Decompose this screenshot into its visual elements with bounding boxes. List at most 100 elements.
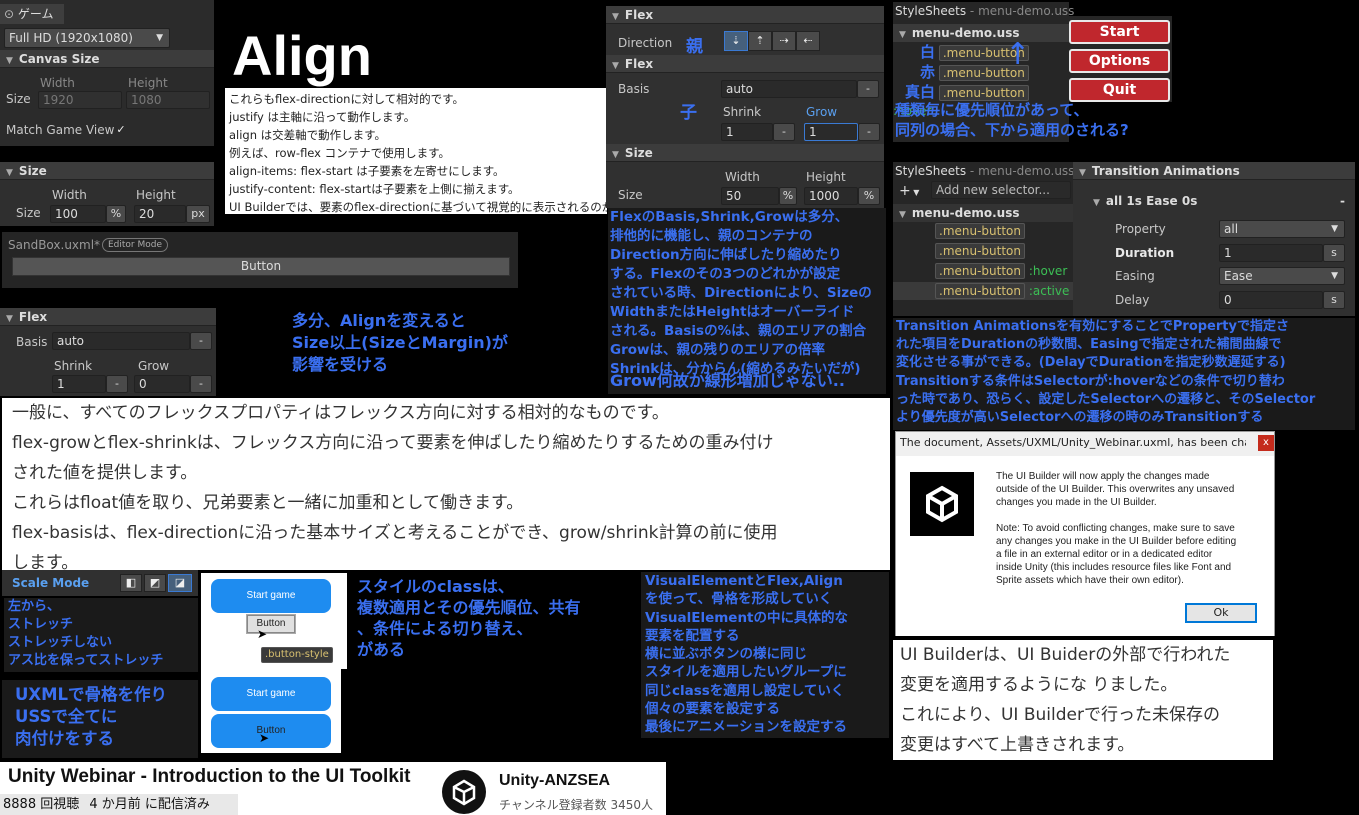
size-height-unit[interactable]: px: [186, 205, 210, 223]
flex-comment-line: される。Basisの%は、親のエリアの割合: [610, 323, 867, 339]
visual-comment-line: 個々の要素を設定する: [645, 701, 780, 718]
selector-row-active[interactable]: .menu-button :active: [893, 282, 1073, 300]
flex-size-header[interactable]: ▼ Size: [606, 144, 884, 162]
flex-grow-unit[interactable]: -: [858, 123, 880, 141]
canvas-width-field[interactable]: 1920: [38, 91, 122, 109]
visual-comment-line: 同じclassを適用し設定していく: [645, 682, 845, 699]
flex-width-unit[interactable]: %: [779, 187, 797, 205]
match-game-view-checkbox[interactable]: ✓: [114, 123, 128, 137]
shrink-unit[interactable]: -: [106, 375, 128, 393]
visual-comment-line: 最後にアニメーションを設定する: [645, 719, 847, 736]
duration-field[interactable]: 1: [1219, 244, 1323, 262]
direction-row-button[interactable]: ⇢: [772, 31, 796, 51]
cursor-icon: ➤: [259, 731, 270, 745]
video-views: 8888 回視聴: [3, 797, 80, 812]
dialog-close-button[interactable]: x: [1258, 435, 1274, 451]
add-selector-button[interactable]: + ▼: [895, 182, 927, 200]
dialog-translation: UI Builderは、UI Buiderの外部で行われた 変更を適用するように…: [893, 640, 1273, 760]
scale-no-stretch-icon[interactable]: ◩: [144, 574, 166, 592]
direction-row-reverse-button[interactable]: ⇠: [796, 31, 820, 51]
align-note-line: align は交差軸で動作します。: [229, 128, 387, 142]
demo-button[interactable]: Button: [246, 614, 296, 634]
start-button[interactable]: Start: [1069, 20, 1170, 44]
flex-general-line: します。: [12, 553, 79, 570]
add-selector-input[interactable]: Add new selector...: [931, 181, 1071, 199]
flex-small-header[interactable]: ▼ Flex: [0, 308, 216, 326]
direction-column-reverse-button[interactable]: ⇡: [748, 31, 772, 51]
transition-comment: Transition Animationsを有効にすることでPropertyで指…: [893, 318, 1355, 430]
flex-grow-field[interactable]: 1: [804, 123, 858, 141]
channel-avatar[interactable]: [442, 770, 486, 814]
grow-unit[interactable]: -: [190, 375, 212, 393]
video-age: 4 か月前 に配信済み: [89, 797, 210, 812]
size-width-unit[interactable]: %: [106, 205, 126, 223]
flex-width-label: Width: [725, 170, 760, 184]
stylesheet-root-item[interactable]: ▼ menu-demo.uss: [893, 204, 1073, 222]
duration-unit[interactable]: s: [1323, 244, 1345, 262]
sandbox-title: SandBox.uxml*: [8, 238, 101, 252]
delay-field[interactable]: 0: [1219, 291, 1323, 309]
demo-button-styled[interactable]: Button: [211, 714, 331, 748]
canvas-size-header[interactable]: ▼ Canvas Size: [0, 50, 214, 68]
dialog-message-line: The UI Builder will now apply the change…: [996, 471, 1210, 482]
flex-height-unit[interactable]: %: [858, 187, 880, 205]
triangle-down-icon: ▼: [612, 12, 619, 22]
transition-item[interactable]: ▼ all 1s Ease 0s -: [1093, 194, 1349, 208]
basis-label: Basis: [16, 335, 48, 349]
flex-comment-line: Growは、親の残りのエリアの倍率: [610, 342, 825, 358]
flex-width-field[interactable]: 50: [721, 187, 779, 205]
align-comment-line: 影響を受ける: [292, 355, 389, 374]
dialog-ok-button[interactable]: Ok: [1185, 603, 1257, 623]
options-button[interactable]: Options: [1069, 49, 1170, 73]
class-comment-line: 、条件による切り替え、: [357, 619, 533, 638]
stylesheet-root-item[interactable]: ▼ menu-demo.uss: [893, 24, 1069, 42]
shrink-field[interactable]: 1: [52, 375, 106, 393]
canvas-height-field[interactable]: 1080: [126, 91, 210, 109]
delay-unit[interactable]: s: [1323, 291, 1345, 309]
flex-height-field[interactable]: 1000: [804, 187, 858, 205]
demo-start-game-button[interactable]: Start game: [211, 677, 331, 711]
selector-row[interactable]: .menu-button: [935, 242, 1026, 260]
direction-column-button[interactable]: ⇣: [724, 31, 748, 51]
remove-transition-button[interactable]: -: [1340, 194, 1345, 208]
resolution-dropdown[interactable]: Full HD (1920x1080) ▼: [4, 28, 170, 48]
flex-basis-unit[interactable]: -: [857, 80, 879, 98]
align-comment-line: 多分、Alignを変えると: [292, 311, 466, 330]
stylesheets-bottom-title: StyleSheets - menu-demo.uss: [895, 164, 1075, 178]
size-height-field[interactable]: 20: [134, 205, 186, 223]
flex-shrink-field[interactable]: 1: [721, 123, 773, 141]
flex-grow-label: Grow: [806, 105, 838, 119]
flex-comment: FlexのBasis,Shrink,Growは多分、 排他的に機能し、親のコンテ…: [608, 208, 886, 394]
quit-button[interactable]: Quit: [1069, 78, 1170, 102]
property-dropdown[interactable]: all ▼: [1219, 220, 1345, 238]
flex-sub-header[interactable]: ▼ Flex: [606, 55, 884, 73]
selector-row[interactable]: 真白 .menu-button :hover: [893, 83, 1069, 118]
align-note-line: justify-content: flex-startは子要素を上側に揃えます。: [229, 182, 520, 196]
basis-field[interactable]: auto: [52, 332, 190, 350]
selector-row[interactable]: .menu-button :hover: [935, 262, 1067, 280]
sandbox-button[interactable]: Button: [12, 257, 510, 276]
transition-comment-line: った時であり、恐らく、設定したSelectorへの遷移と、そのSelector: [896, 391, 1316, 407]
flex-header[interactable]: ▼ Flex: [606, 6, 884, 24]
flex-shrink-unit[interactable]: -: [773, 123, 795, 141]
transition-header[interactable]: ▼ Transition Animations: [1073, 162, 1355, 180]
grow-field[interactable]: 0: [134, 375, 190, 393]
basis-unit[interactable]: -: [190, 332, 212, 350]
triangle-down-icon: ▼: [6, 314, 13, 324]
flex-basis-field[interactable]: auto: [721, 80, 857, 98]
demo-start-game-button[interactable]: Start game: [211, 579, 331, 613]
size-header[interactable]: ▼ Size: [0, 162, 214, 180]
scale-fit-icon[interactable]: ◪: [168, 574, 192, 592]
selector-row[interactable]: .menu-button: [935, 222, 1026, 240]
channel-name[interactable]: Unity-ANZSEA: [499, 772, 610, 790]
selector-tag: .menu-button: [935, 263, 1026, 279]
dialog-message-line: Sprite assets which have their own edito…: [996, 575, 1184, 586]
flex-comment-line: 排他的に機能し、親のコンテナの: [610, 228, 813, 244]
size-width-field[interactable]: 100: [50, 205, 106, 223]
editor-mode-badge[interactable]: Editor Mode: [102, 238, 169, 252]
game-tab[interactable]: ⊙ ゲーム: [0, 4, 64, 24]
uxml-comment: UXMLで骨格を作り USSで全てに 肉付けをする: [2, 680, 198, 758]
dialog-message-line: a file in an external editor or in a ded…: [996, 549, 1213, 560]
scale-stretch-icon[interactable]: ◧: [120, 574, 142, 592]
easing-dropdown[interactable]: Ease ▼: [1219, 267, 1345, 285]
